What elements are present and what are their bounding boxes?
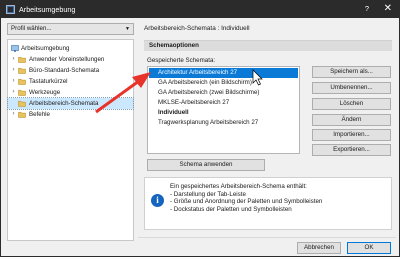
list-item[interactable]: Tragwerksplanung Arbeitsbereich 27 xyxy=(149,118,298,128)
dialog-window: Arbeitsumgebung ? ✕ Profil wählen... ▼ A… xyxy=(0,0,400,257)
info-box: i Ein gespeichertes Arbeitsbereich-Schem… xyxy=(144,177,392,230)
list-item[interactable]: Architektur Arbeitsbereich 27 xyxy=(149,68,298,78)
modify-button[interactable]: Ändern xyxy=(312,114,391,126)
tree-item-label: Büro-Standard-Schemata xyxy=(29,67,100,74)
tree-item-label: Anwender Voreinstellungen xyxy=(29,56,105,63)
export-button[interactable]: Exportieren... xyxy=(312,144,391,156)
chevron-down-icon: ▼ xyxy=(125,26,130,32)
save-as-button[interactable]: Speichern als... xyxy=(312,66,391,78)
info-text: Ein gespeichertes Arbeitsbereich-Schema … xyxy=(170,183,322,213)
footer-divider xyxy=(138,237,396,238)
tree-item-anwender-voreinstellungen[interactable]: › Anwender Voreinstellungen xyxy=(8,54,133,65)
apply-scheme-button[interactable]: Schema anwenden xyxy=(147,159,265,171)
folder-icon xyxy=(18,67,26,74)
folder-icon xyxy=(18,100,26,107)
title-bar[interactable]: Arbeitsumgebung ? ✕ xyxy=(1,1,399,18)
settings-tree: Arbeitsumgebung › Anwender Voreinstellun… xyxy=(7,39,134,241)
info-line: - Dockstatus der Paletten und Symbolleis… xyxy=(170,205,292,213)
info-line: - Darstellung der Tab-Leiste xyxy=(170,190,246,198)
folder-icon xyxy=(18,78,26,85)
chevron-right-icon[interactable]: › xyxy=(10,87,17,98)
cancel-button[interactable]: Abbrechen xyxy=(297,242,341,254)
folder-icon xyxy=(18,111,26,118)
folder-icon xyxy=(18,56,26,63)
import-button[interactable]: Importieren... xyxy=(312,129,391,141)
breadcrumb: Arbeitsbereich-Schemata : Individuell xyxy=(144,25,250,32)
app-icon xyxy=(6,5,15,14)
profile-dropdown-label: Profil wählen... xyxy=(11,25,52,32)
chevron-right-icon[interactable]: › xyxy=(10,65,17,76)
tree-item-arbeitsbereich-schemata[interactable]: Arbeitsbereich-Schemata xyxy=(7,97,134,110)
rename-button[interactable]: Umbenennen... xyxy=(312,82,391,94)
tree-item-werkzeuge[interactable]: › Werkzeuge xyxy=(8,87,133,98)
list-item[interactable]: GA Arbeitsbereich (zwei Bildschirme) xyxy=(149,88,298,98)
folder-icon xyxy=(18,89,26,96)
chevron-right-icon[interactable]: › xyxy=(10,109,17,120)
tree-item-tastaturkuerzel[interactable]: › Tastaturkürzel xyxy=(8,76,133,87)
profile-dropdown[interactable]: Profil wählen... ▼ xyxy=(7,23,134,35)
tree-item-label: Arbeitsbereich-Schemata xyxy=(29,100,99,107)
monitor-icon xyxy=(11,45,19,52)
list-item[interactable]: Individuell xyxy=(149,108,298,118)
tree-item-arbeitsumgebung[interactable]: Arbeitsumgebung xyxy=(8,43,133,54)
section-header: Schemaoptionen xyxy=(144,41,392,51)
info-line: Ein gespeichertes Arbeitsbereich-Schema … xyxy=(170,183,307,190)
list-item[interactable]: GA Arbeitsbereich (ein Bildschirm) xyxy=(149,78,298,88)
info-icon: i xyxy=(151,194,164,207)
help-button[interactable]: ? xyxy=(365,4,369,13)
saved-schemes-label: Gespeicherte Schemata: xyxy=(147,57,216,64)
close-button[interactable]: ✕ xyxy=(384,2,392,15)
tree-item-label: Tastaturkürzel xyxy=(29,78,68,85)
info-line: - Größe und Anordnung der Paletten und S… xyxy=(170,198,323,205)
tree-item-label: Werkzeuge xyxy=(29,89,61,96)
saved-schemes-list[interactable]: Architektur Arbeitsbereich 27 GA Arbeits… xyxy=(147,66,300,154)
tree-item-label: Arbeitsumgebung xyxy=(21,45,70,52)
tree-item-buero-standard-schemata[interactable]: › Büro-Standard-Schemata xyxy=(8,65,133,76)
window-title: Arbeitsumgebung xyxy=(19,5,76,14)
list-item[interactable]: MKLSE-Arbeitsbereich 27 xyxy=(149,98,298,108)
ok-button[interactable]: OK xyxy=(347,242,391,254)
chevron-right-icon[interactable]: › xyxy=(10,76,17,87)
tree-item-befehle[interactable]: › Befehle xyxy=(8,109,133,120)
delete-button[interactable]: Löschen xyxy=(312,98,391,110)
chevron-right-icon[interactable]: › xyxy=(10,54,17,65)
tree-item-label: Befehle xyxy=(29,111,50,118)
